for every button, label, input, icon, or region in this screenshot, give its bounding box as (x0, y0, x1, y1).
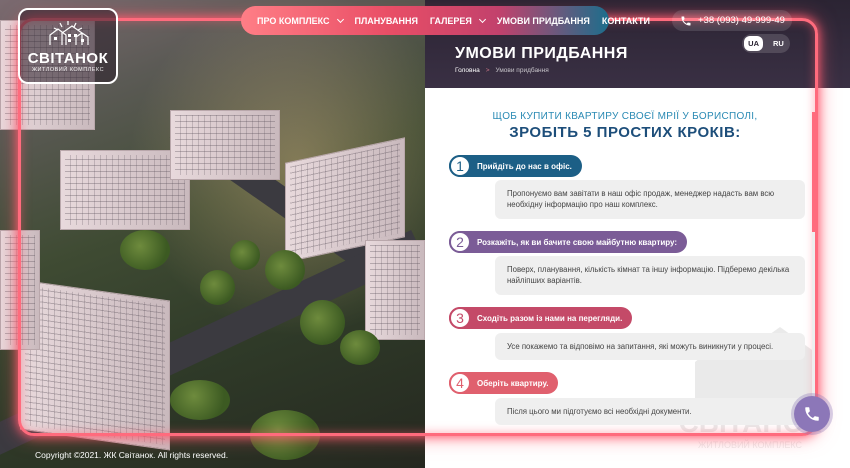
step-2-pill: 2 Розкажіть, як ви бачите свою майбутню … (449, 231, 688, 253)
site-logo[interactable]: СВІТАНОК ЖИТЛОВИЙ КОМПЛЕКС (18, 8, 118, 84)
scrollbar-thumb[interactable] (812, 112, 815, 232)
breadcrumb-home[interactable]: Головна (455, 67, 480, 74)
nav-item-contacts[interactable]: КОНТАКТИ (602, 16, 650, 26)
step-title: Розкажіть, як ви бачите свою майбутню кв… (477, 237, 678, 247)
logo-tagline: ЖИТЛОВИЙ КОМПЛЕКС (31, 67, 105, 73)
lang-ru[interactable]: RU (769, 36, 788, 51)
call-button[interactable] (794, 396, 830, 432)
step-4-text: Після цього ми підготуємо всі необхідні … (495, 398, 805, 426)
photo-building (170, 110, 280, 180)
nav-item-label: ПРО КОМПЛЕКС (257, 15, 330, 26)
phone-number: +38 (093) 49-999-49 (698, 15, 785, 26)
step-3-text: Усе покажемо та відповімо на запитання, … (495, 333, 805, 361)
nav-item-label: КОНТАКТИ (601, 15, 650, 26)
lang-ua[interactable]: UA (744, 36, 763, 51)
main-nav: ПРО КОМПЛЕКС ПЛАНУВАННЯ ГАЛЕРЕЯ УМОВИ ПР… (241, 6, 650, 35)
photo-tree (300, 300, 345, 345)
photo-building (20, 279, 170, 451)
chevron-down-icon (478, 15, 486, 23)
intro-line-1: ЩОБ КУПИТИ КВАРТИРУ СВОЄЇ МРІЇ У БОРИСПО… (492, 111, 758, 122)
intro-line-2: ЗРОБІТЬ 5 ПРОСТИХ КРОКІВ: (509, 124, 741, 141)
breadcrumb-separator: > (485, 67, 490, 74)
step-number: 2 (449, 231, 471, 253)
nav-item-about[interactable]: ПРО КОМПЛЕКС (257, 15, 344, 26)
photo-tree (200, 270, 235, 305)
chevron-down-icon (336, 15, 344, 23)
step-1-pill: 1 Прийдіть до нас в офіс. (449, 155, 582, 177)
photo-tree (230, 240, 260, 270)
photo-tree (265, 250, 305, 290)
language-switcher: UA RU (742, 34, 790, 53)
photo-tree (120, 230, 170, 270)
breadcrumb-current: Умови придбання (495, 67, 549, 74)
step-1-text: Пропонуємо вам завітати в наш офіс прода… (495, 180, 805, 219)
nav-item-label: ГАЛЕРЕЯ (429, 15, 472, 26)
step-2-text: Поверх, планування, кількість кімнат та … (495, 256, 805, 295)
nav-item-label: ПЛАНУВАННЯ (354, 15, 418, 26)
photo-building (0, 230, 40, 350)
logo-icon (49, 21, 89, 45)
nav-item-purchase-terms[interactable]: УМОВИ ПРИДБАННЯ (497, 16, 590, 26)
photo-tree (340, 330, 380, 365)
step-number: 4 (449, 372, 471, 394)
header-phone[interactable]: +38 (093) 49-999-49 (672, 10, 792, 31)
nav-item-plans[interactable]: ПЛАНУВАННЯ (355, 16, 418, 26)
step-number: 3 (449, 307, 471, 329)
step-3-pill: 3 Сходіть разом із нами на перегляди. (449, 307, 633, 329)
step-4-pill: 4 Оберіть квартиру. (449, 372, 559, 394)
phone-icon (681, 16, 691, 25)
copyright: Copyright ©2021. ЖК Світанок. All rights… (35, 450, 229, 460)
nav-item-gallery[interactable]: ГАЛЕРЕЯ (429, 15, 486, 26)
photo-tree (170, 380, 230, 420)
logo-name: СВІТАНОК (27, 50, 109, 67)
photo-tree (250, 410, 320, 460)
step-title: Прийдіть до нас в офіс. (477, 161, 572, 171)
step-title: Оберіть квартиру. (477, 378, 549, 388)
step-number: 1 (449, 155, 471, 177)
breadcrumb: Головна > Умови придбання (455, 67, 549, 74)
watermark-sub: ЖИТЛОВИЙ КОМПЛЕКС (697, 440, 803, 450)
step-title: Сходіть разом із нами на перегляди. (477, 313, 623, 323)
nav-item-label: УМОВИ ПРИДБАННЯ (496, 15, 590, 26)
photo-building (365, 240, 425, 340)
page-title: УМОВИ ПРИДБАННЯ (455, 45, 628, 62)
phone-icon (805, 407, 819, 421)
